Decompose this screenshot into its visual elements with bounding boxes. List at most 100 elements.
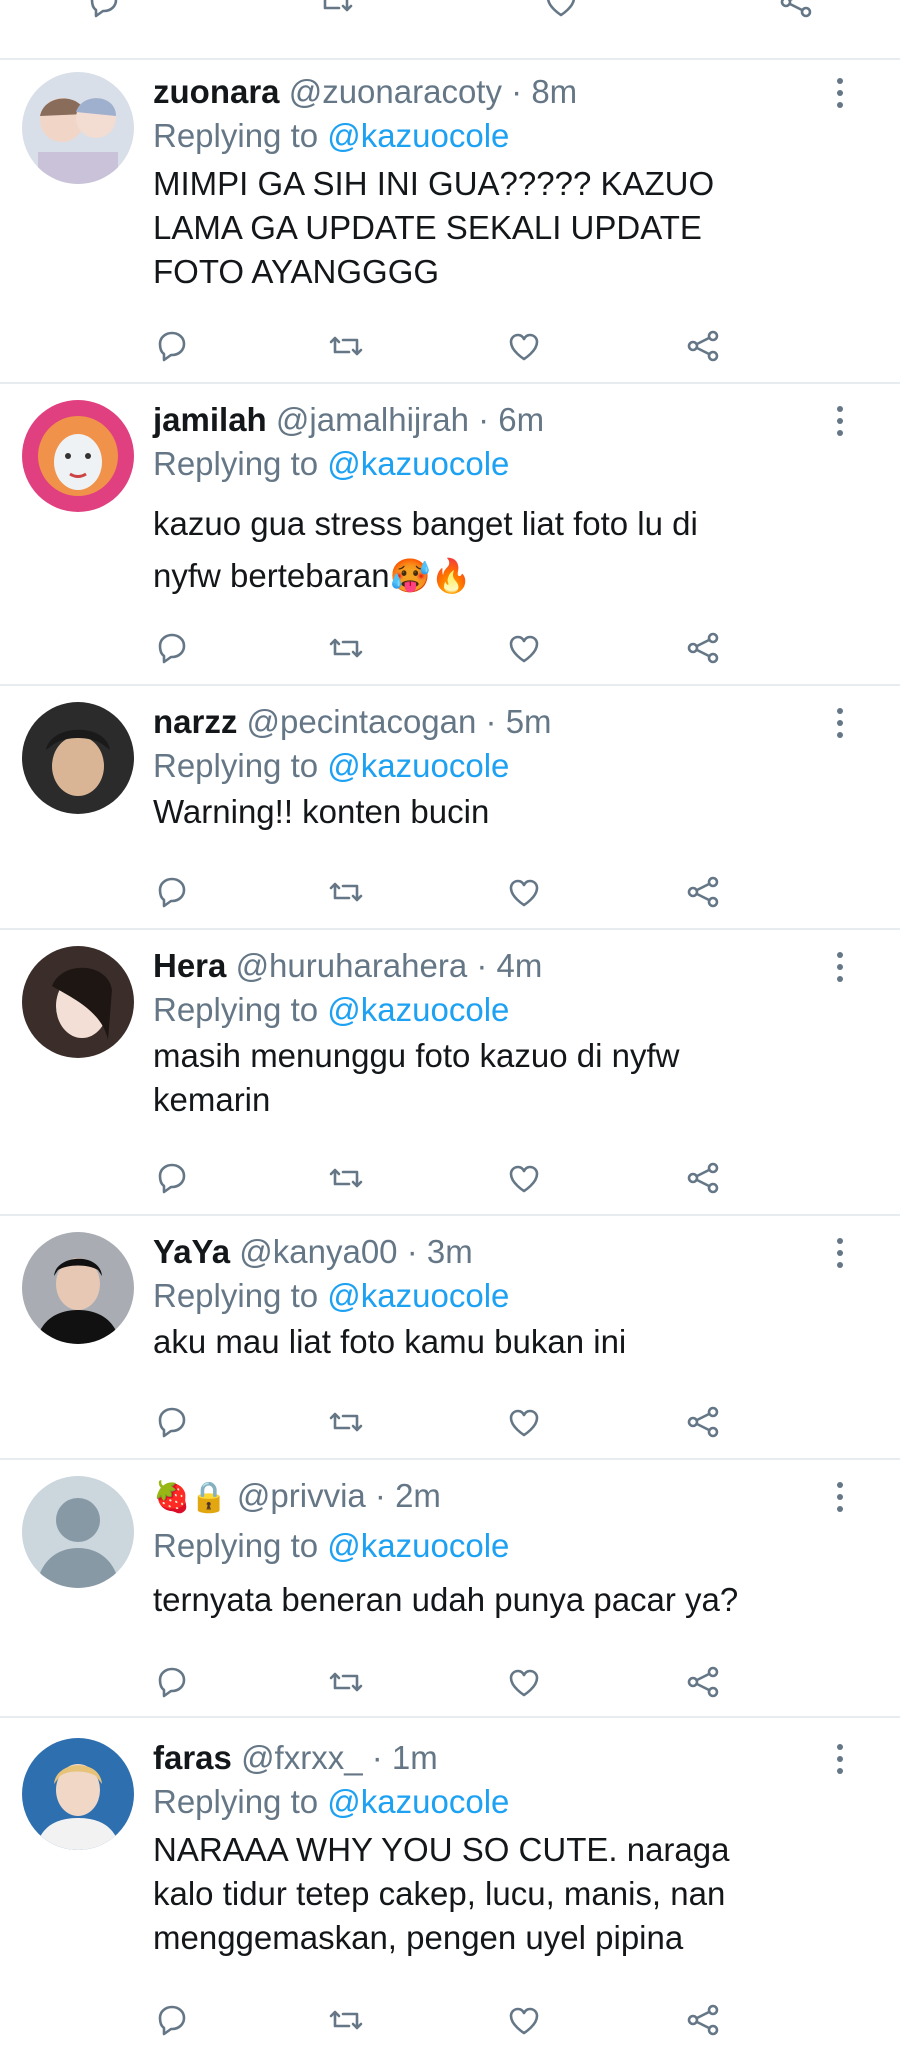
retweet-icon[interactable]: [326, 872, 366, 912]
mention-link[interactable]: @kazuocole: [327, 1783, 509, 1820]
handle[interactable]: @huruharahera: [236, 947, 468, 984]
retweet-icon[interactable]: [326, 628, 366, 668]
tweet-actions: [0, 2000, 900, 2040]
tweet-text: NARAAA WHY YOU SO CUTE. naraga kalo tidu…: [153, 1831, 730, 1956]
tweet-header: YaYa @kanya00 · 3m: [153, 1233, 473, 1270]
mention-link[interactable]: @kazuocole: [327, 747, 509, 784]
mention-link[interactable]: @kazuocole: [327, 991, 509, 1028]
more-options-icon[interactable]: [830, 1741, 850, 1777]
timestamp[interactable]: 5m: [506, 703, 552, 740]
tweet-actions: [0, 1662, 900, 1702]
reply-icon[interactable]: [152, 1402, 192, 1442]
reply-tweet[interactable]: 🍓🔒 @privvia · 2m Replying to @kazuocole …: [0, 1460, 900, 1718]
more-options-icon[interactable]: [830, 949, 850, 985]
share-icon[interactable]: [683, 326, 723, 366]
timestamp[interactable]: 8m: [531, 73, 577, 110]
like-icon[interactable]: [504, 1158, 544, 1198]
timestamp[interactable]: 4m: [497, 947, 543, 984]
tweet-text: Warning!! konten bucin: [153, 793, 490, 830]
share-icon[interactable]: [683, 872, 723, 912]
handle[interactable]: @privvia: [237, 1477, 366, 1514]
share-icon[interactable]: [683, 1402, 723, 1442]
reply-tweet[interactable]: zuonara @zuonaracoty · 8m Replying to @k…: [0, 58, 900, 384]
reply-tweet[interactable]: narzz @pecintacogan · 5m Replying to @ka…: [0, 686, 900, 930]
replying-to: Replying to @kazuocole: [153, 1783, 510, 1820]
tweet-header: 🍓🔒 @privvia · 2m: [153, 1477, 441, 1514]
tweet-text: MIMPI GA SIH INI GUA????? KAZUO LAMA GA …: [153, 165, 715, 290]
reply-tweet[interactable]: jamilah @jamalhijrah · 6m Replying to @k…: [0, 384, 900, 686]
timestamp[interactable]: 2m: [395, 1477, 441, 1514]
reply-icon[interactable]: [152, 628, 192, 668]
timestamp[interactable]: 3m: [427, 1233, 473, 1270]
avatar[interactable]: [22, 1738, 134, 1850]
tweet-text: aku mau liat foto kamu bukan ini: [153, 1323, 627, 1360]
display-name[interactable]: zuonara: [153, 73, 280, 110]
retweet-icon[interactable]: [326, 326, 366, 366]
like-icon[interactable]: [504, 1662, 544, 1702]
handle[interactable]: @pecintacogan: [247, 703, 477, 740]
tweet-text: masih menunggu foto kazuo di nyfw kemari…: [153, 1037, 680, 1118]
handle[interactable]: @jamalhijrah: [276, 401, 469, 438]
avatar[interactable]: [22, 1232, 134, 1344]
avatar[interactable]: [22, 702, 134, 814]
retweet-icon[interactable]: [326, 2000, 366, 2040]
reply-icon[interactable]: [152, 326, 192, 366]
reply-icon[interactable]: [152, 872, 192, 912]
display-name[interactable]: YaYa: [153, 1233, 230, 1270]
retweet-icon[interactable]: [316, 0, 356, 22]
more-options-icon[interactable]: [830, 1479, 850, 1515]
reply-icon[interactable]: [152, 1662, 192, 1702]
avatar[interactable]: [22, 1476, 134, 1588]
more-options-icon[interactable]: [830, 705, 850, 741]
tweet-header: faras @fxrxx_ · 1m: [153, 1739, 438, 1776]
share-icon[interactable]: [776, 0, 816, 22]
replying-to: Replying to @kazuocole: [153, 1527, 510, 1564]
tweet-header: zuonara @zuonaracoty · 8m: [153, 73, 578, 110]
like-icon[interactable]: [504, 628, 544, 668]
display-name[interactable]: narzz: [153, 703, 237, 740]
tweet-actions: [0, 872, 900, 912]
reply-icon[interactable]: [152, 1158, 192, 1198]
like-icon[interactable]: [504, 1402, 544, 1442]
tweet-actions: [0, 1158, 900, 1198]
display-name[interactable]: faras: [153, 1739, 232, 1776]
avatar[interactable]: [22, 400, 134, 512]
avatar[interactable]: [22, 946, 134, 1058]
retweet-icon[interactable]: [326, 1402, 366, 1442]
handle[interactable]: @fxrxx_: [241, 1739, 363, 1776]
mention-link[interactable]: @kazuocole: [327, 1277, 509, 1314]
reply-icon[interactable]: [152, 2000, 192, 2040]
handle[interactable]: @kanya00: [239, 1233, 397, 1270]
more-options-icon[interactable]: [830, 403, 850, 439]
more-options-icon[interactable]: [830, 75, 850, 111]
reply-tweet[interactable]: Hera @huruharahera · 4m Replying to @kaz…: [0, 930, 900, 1216]
like-icon[interactable]: [541, 0, 581, 22]
replying-to: Replying to @kazuocole: [153, 445, 510, 482]
more-options-icon[interactable]: [830, 1235, 850, 1271]
replying-to: Replying to @kazuocole: [153, 117, 510, 154]
retweet-icon[interactable]: [326, 1662, 366, 1702]
tweet-actions: [0, 628, 900, 668]
mention-link[interactable]: @kazuocole: [327, 117, 509, 154]
display-name[interactable]: 🍓🔒: [153, 1481, 228, 1514]
like-icon[interactable]: [504, 872, 544, 912]
share-icon[interactable]: [683, 628, 723, 668]
display-name[interactable]: jamilah: [153, 401, 267, 438]
avatar[interactable]: [22, 72, 134, 184]
retweet-icon[interactable]: [326, 1158, 366, 1198]
timestamp[interactable]: 6m: [498, 401, 544, 438]
like-icon[interactable]: [504, 326, 544, 366]
share-icon[interactable]: [683, 1662, 723, 1702]
reply-tweet[interactable]: faras @fxrxx_ · 1m Replying to @kazuocol…: [0, 1718, 900, 2048]
like-icon[interactable]: [504, 2000, 544, 2040]
timestamp[interactable]: 1m: [392, 1739, 438, 1776]
replying-to: Replying to @kazuocole: [153, 1277, 510, 1314]
handle[interactable]: @zuonaracoty: [289, 73, 502, 110]
mention-link[interactable]: @kazuocole: [327, 1527, 509, 1564]
reply-icon[interactable]: [84, 0, 124, 22]
mention-link[interactable]: @kazuocole: [327, 445, 509, 482]
display-name[interactable]: Hera: [153, 947, 226, 984]
share-icon[interactable]: [683, 1158, 723, 1198]
reply-tweet[interactable]: YaYa @kanya00 · 3m Replying to @kazuocol…: [0, 1216, 900, 1460]
share-icon[interactable]: [683, 2000, 723, 2040]
